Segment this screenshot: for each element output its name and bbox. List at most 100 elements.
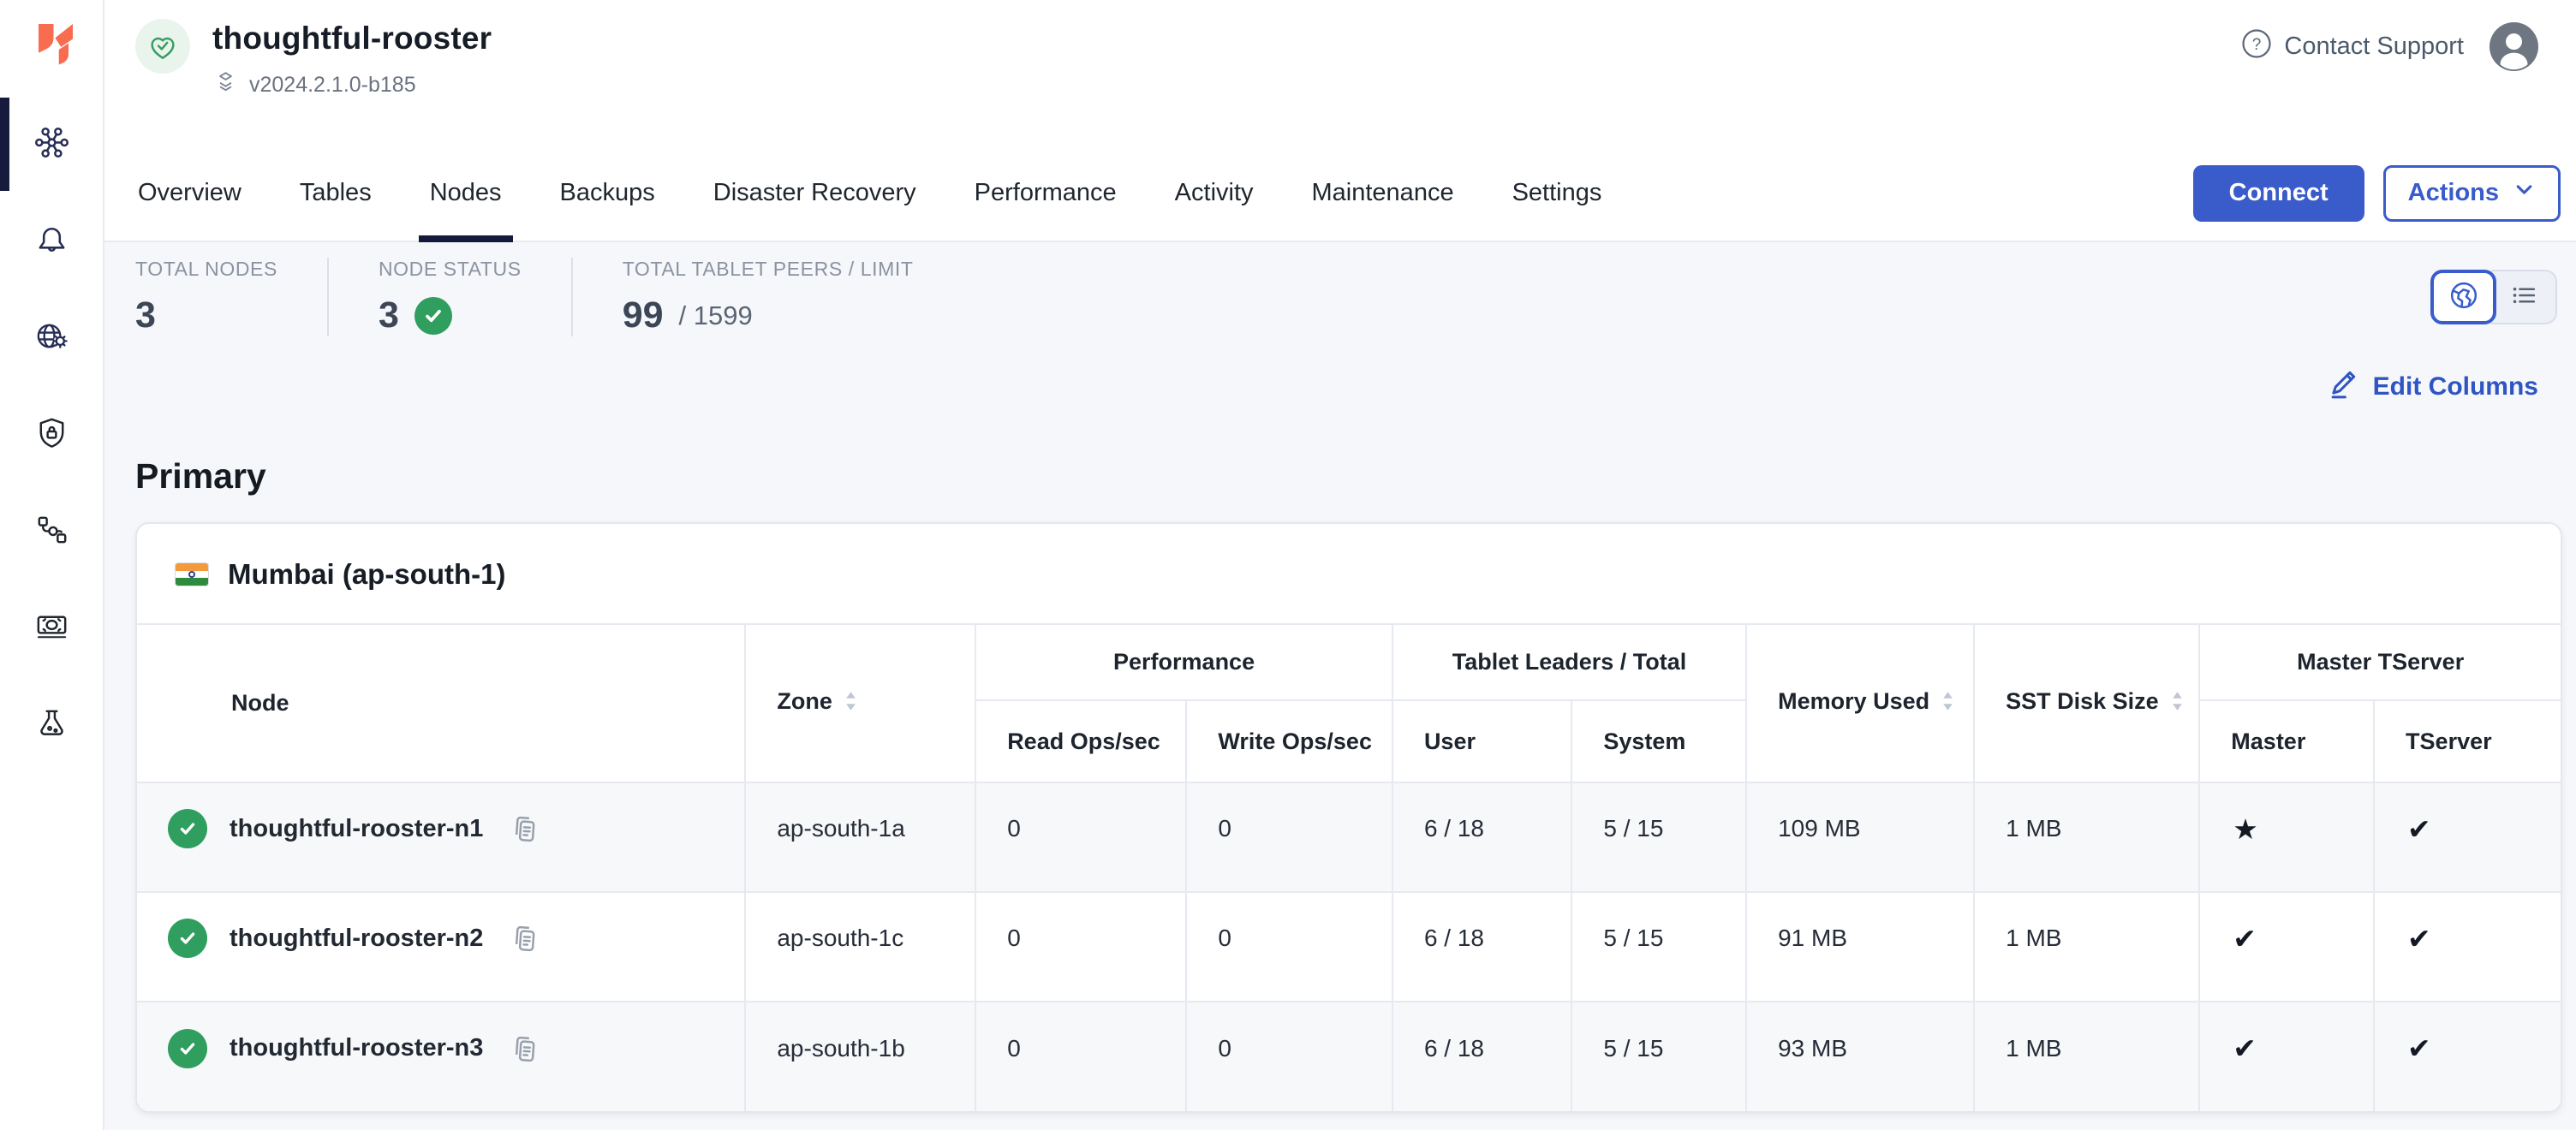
tab-bar: Overview Tables Nodes Backups Disaster R… (104, 146, 2576, 242)
master-check-icon: ✔ (2199, 1002, 2374, 1111)
user-tablets-cell: 6 / 18 (1392, 892, 1571, 1002)
sidebar-item-tasks[interactable] (0, 483, 103, 580)
stats-strip: TOTAL NODES 3 NODE STATUS 3 TOTAL (135, 258, 963, 336)
column-header-node: Node (137, 625, 745, 782)
column-group-master-tserver: Master TServer (2199, 625, 2561, 700)
universe-title-block: thoughtful-rooster v2024.2.1.0-b185 (135, 14, 492, 101)
stat-tablet-peers: TOTAL TABLET PEERS / LIMIT 99 / 1599 (571, 258, 963, 336)
column-header-tserver: TServer (2374, 700, 2561, 782)
universe-health-heart-icon (135, 19, 190, 74)
read-ops-cell: 0 (975, 1002, 1186, 1111)
zone-cell: ap-south-1a (745, 782, 975, 892)
sort-icon (2171, 692, 2184, 717)
sidebar (0, 0, 104, 1130)
sidebar-item-labs[interactable] (0, 676, 103, 773)
write-ops-cell: 0 (1186, 1002, 1392, 1111)
sidebar-item-billing[interactable] (0, 580, 103, 676)
pencil-icon (2327, 367, 2359, 407)
stat-tablet-peers-label: TOTAL TABLET PEERS / LIMIT (623, 258, 914, 281)
node-healthy-icon (168, 1029, 207, 1068)
list-view-button[interactable] (2491, 270, 2557, 324)
system-tablets-cell: 5 / 15 (1571, 1002, 1746, 1111)
sst-disk-size-cell: 1 MB (1974, 892, 2199, 1002)
tab-maintenance[interactable]: Maintenance (1309, 146, 1457, 241)
stat-node-status-value: 3 (379, 294, 399, 336)
sidebar-item-universes[interactable] (0, 96, 103, 193)
copy-node-name-button[interactable] (505, 1028, 543, 1069)
sidebar-item-cloud-config[interactable] (0, 289, 103, 386)
india-flag-icon (175, 562, 209, 586)
section-title-primary: Primary (135, 456, 2562, 497)
edit-columns-button[interactable]: Edit Columns (2327, 367, 2538, 407)
zone-cell: ap-south-1b (745, 1002, 975, 1111)
tab-nodes[interactable]: Nodes (427, 146, 504, 241)
zone-cell: ap-south-1c (745, 892, 975, 1002)
stat-tablet-peers-limit: / 1599 (679, 300, 753, 331)
stat-node-status: NODE STATUS 3 (327, 258, 571, 336)
node-name[interactable]: thoughtful-rooster-n2 (230, 925, 483, 953)
master-check-icon: ✔ (2199, 892, 2374, 1002)
header: thoughtful-rooster v2024.2.1.0-b185 (104, 0, 2576, 146)
write-ops-cell: 0 (1186, 782, 1392, 892)
tab-overview[interactable]: Overview (135, 146, 244, 241)
write-ops-cell: 0 (1186, 892, 1392, 1002)
node-row: thoughtful-rooster-n1 ap-south-1a 0 0 6 … (137, 782, 2561, 892)
tab-disaster-recovery[interactable]: Disaster Recovery (711, 146, 919, 241)
memory-used-cell: 109 MB (1746, 782, 1974, 892)
stat-total-nodes-value: 3 (135, 294, 277, 336)
column-header-sst-disk-size[interactable]: SST Disk Size (1974, 625, 2199, 782)
column-header-read-ops: Read Ops/sec (975, 700, 1186, 782)
list-icon (2507, 278, 2541, 317)
map-view-button[interactable] (2430, 270, 2496, 324)
globe-icon (2446, 277, 2482, 318)
version-label: v2024.2.1.0-b185 (249, 73, 416, 98)
column-header-system: System (1571, 700, 1746, 782)
stat-total-nodes: TOTAL NODES 3 (135, 258, 327, 336)
region-title: Mumbai (ap-south-1) (228, 558, 505, 591)
column-header-write-ops: Write Ops/sec (1186, 700, 1392, 782)
sidebar-item-security[interactable] (0, 386, 103, 483)
column-header-memory-used[interactable]: Memory Used (1746, 625, 1974, 782)
universe-hub-icon (32, 122, 72, 167)
chevron-down-icon (2513, 178, 2536, 208)
contact-support-link[interactable]: ? Contact Support (2241, 28, 2464, 66)
memory-used-cell: 93 MB (1746, 1002, 1974, 1111)
globe-gear-icon (32, 316, 72, 360)
sidebar-nav (0, 96, 103, 773)
sst-disk-size-cell: 1 MB (1974, 782, 2199, 892)
stat-total-nodes-label: TOTAL NODES (135, 258, 277, 281)
banknote-icon (32, 606, 72, 651)
column-header-zone[interactable]: Zone (745, 625, 975, 782)
column-group-performance: Performance (975, 625, 1392, 700)
node-healthy-icon (168, 919, 207, 958)
yugabyte-logo-icon[interactable] (26, 15, 77, 67)
memory-used-cell: 91 MB (1746, 892, 1974, 1002)
copy-node-name-button[interactable] (505, 808, 543, 849)
master-leader-star-icon: ★ (2199, 782, 2374, 892)
nodes-table: Node Zone Performance Tablet Leaders / T… (137, 623, 2561, 1111)
node-name[interactable]: thoughtful-rooster-n3 (230, 1034, 483, 1062)
stat-node-status-label: NODE STATUS (379, 258, 522, 281)
column-header-user: User (1392, 700, 1571, 782)
copy-node-name-button[interactable] (505, 918, 543, 959)
tab-performance[interactable]: Performance (972, 146, 1119, 241)
view-toggle (2430, 270, 2557, 324)
flask-icon (32, 703, 72, 747)
tab-settings[interactable]: Settings (1510, 146, 1605, 241)
tab-tables[interactable]: Tables (297, 146, 374, 241)
tab-backups[interactable]: Backups (558, 146, 658, 241)
sst-disk-size-cell: 1 MB (1974, 1002, 2199, 1111)
page-title: thoughtful-rooster (212, 21, 492, 56)
system-tablets-cell: 5 / 15 (1571, 892, 1746, 1002)
header-right: ? Contact Support (2241, 22, 2538, 71)
node-name[interactable]: thoughtful-rooster-n1 (230, 815, 483, 843)
sidebar-item-alerts[interactable] (0, 193, 103, 289)
actions-button[interactable]: Actions (2383, 165, 2561, 222)
nodes-content: TOTAL NODES 3 NODE STATUS 3 TOTAL (104, 242, 2576, 1130)
read-ops-cell: 0 (975, 782, 1186, 892)
user-avatar[interactable] (2490, 22, 2538, 71)
tserver-check-icon: ✔ (2374, 892, 2561, 1002)
tab-activity[interactable]: Activity (1172, 146, 1256, 241)
connect-button[interactable]: Connect (2193, 165, 2364, 222)
node-row: thoughtful-rooster-n2 ap-south-1c 0 0 6 … (137, 892, 2561, 1002)
